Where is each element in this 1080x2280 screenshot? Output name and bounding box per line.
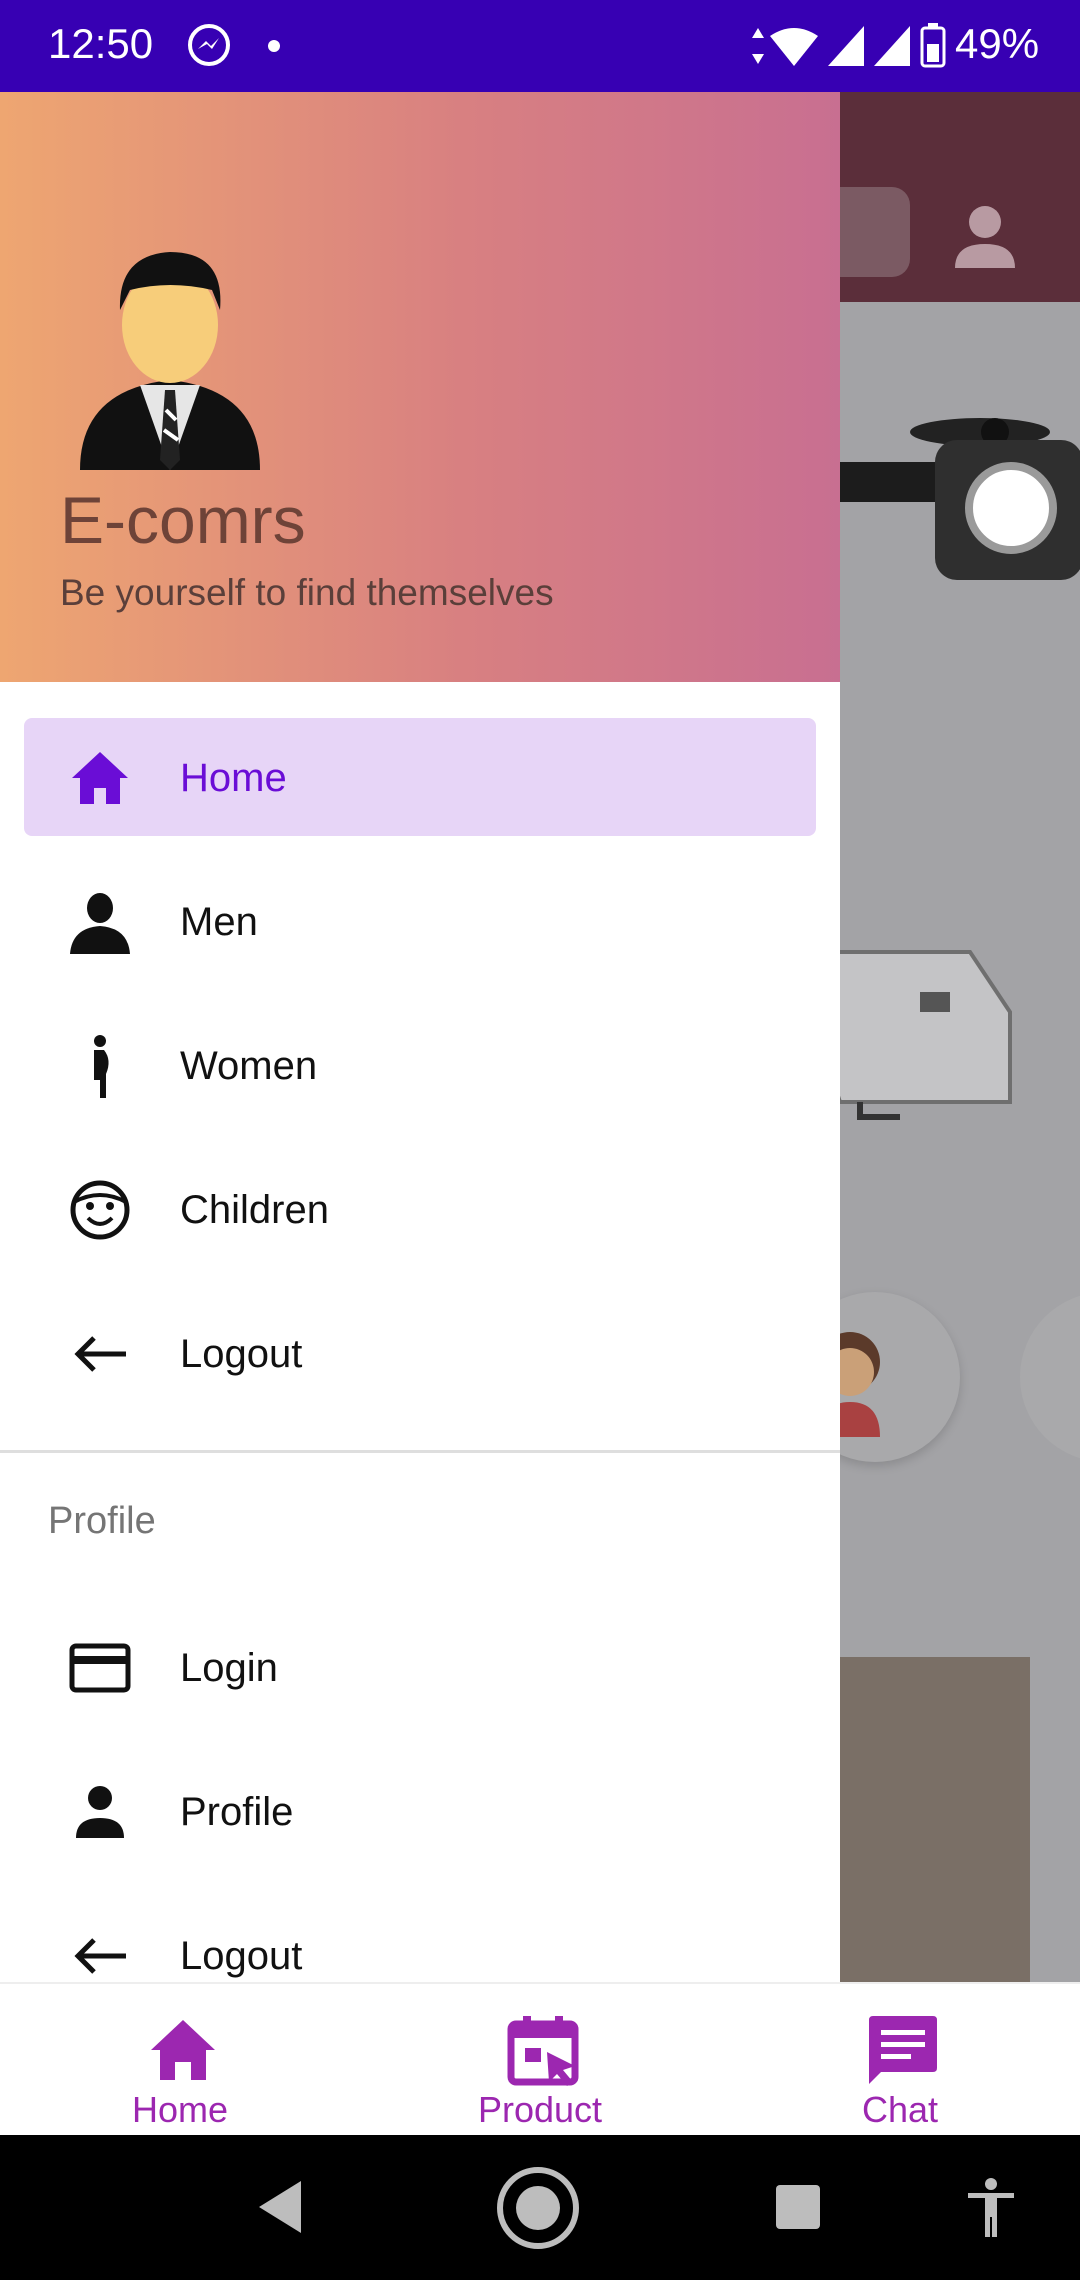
businessman-avatar-icon: [80, 252, 260, 470]
accessibility-icon[interactable]: [966, 2177, 1016, 2239]
menu-item-label: Home: [180, 756, 287, 800]
drawer-divider: [0, 1450, 840, 1453]
menu-item-label: Children: [180, 1188, 329, 1232]
system-navigation-bar: [0, 2135, 1080, 2280]
record-circle-icon: [965, 462, 1057, 554]
menu-item-home[interactable]: Home: [0, 718, 840, 838]
wifi-icon: [770, 28, 818, 66]
menu-item-logout[interactable]: Logout: [0, 1294, 840, 1414]
bottom-nav-home[interactable]: Home: [0, 1984, 360, 2137]
drawer-header: E-comrs Be yourself to find themselves: [0, 92, 840, 682]
app-brand-subtitle: Be yourself to find themselves: [60, 572, 554, 613]
case-image: [820, 950, 1012, 1120]
notification-dot: [268, 40, 280, 52]
screen-record-button[interactable]: [935, 440, 1080, 580]
menu-item-label: Men: [180, 900, 258, 944]
banner-photo: [820, 1657, 1030, 1982]
recents-icon[interactable]: [774, 2183, 822, 2231]
signal-icon: [874, 26, 910, 66]
calendar-select-icon: [507, 2016, 579, 2086]
bottom-navigation: Home Product Chat: [0, 1982, 1080, 2135]
menu-item-men[interactable]: Men: [0, 862, 840, 982]
menu-item-login[interactable]: Login: [0, 1608, 840, 1728]
bottom-nav-label: Chat: [861, 2089, 939, 2130]
home-icon: [151, 2020, 215, 2080]
app-brand-title: E-comrs: [60, 483, 306, 557]
menu-item-profile[interactable]: Profile: [0, 1752, 840, 1872]
back-icon[interactable]: [255, 2177, 305, 2237]
bottom-nav-label: Home: [131, 2089, 229, 2130]
section-title-profile: Profile: [48, 1500, 156, 1542]
man-icon: [70, 893, 130, 954]
person-icon: [76, 1786, 124, 1838]
bottom-nav-chat[interactable]: Chat: [720, 1984, 1080, 2137]
home-icon: [72, 752, 128, 804]
arrow-back-icon: [74, 1938, 126, 1974]
child-face-icon: [70, 1180, 130, 1240]
menu-item-label: Women: [180, 1044, 318, 1088]
signal-icon: [828, 26, 864, 66]
menu-item-label: Logout: [180, 1934, 303, 1978]
status-icons: [752, 23, 946, 68]
menu-item-women[interactable]: Women: [0, 1006, 840, 1126]
active-highlight: [24, 718, 816, 836]
pregnant-woman-icon: [94, 1035, 109, 1098]
bottom-nav-product[interactable]: Product: [360, 1984, 720, 2137]
bottom-nav-label: Product: [477, 2089, 603, 2130]
person-icon: [955, 206, 1015, 268]
chat-icon: [869, 2016, 937, 2084]
credit-card-icon: [69, 1643, 131, 1693]
menu-item-label: Profile: [180, 1790, 294, 1834]
status-time: 12:50: [48, 20, 154, 67]
home-button-icon[interactable]: [495, 2165, 581, 2251]
battery-percent: 49%: [955, 20, 1040, 67]
status-bar: 12:50 49%: [0, 0, 1080, 92]
menu-item-label: Logout: [180, 1332, 303, 1376]
menu-item-logout-profile[interactable]: Logout: [0, 1896, 840, 1982]
menu-item-children[interactable]: Children: [0, 1150, 840, 1270]
menu-item-label: Login: [180, 1646, 278, 1690]
data-arrows-icon: [752, 28, 764, 64]
navigation-drawer: E-comrs Be yourself to find themselves H…: [0, 92, 840, 1982]
arrow-back-icon: [74, 1336, 126, 1372]
messenger-icon: [188, 24, 230, 66]
